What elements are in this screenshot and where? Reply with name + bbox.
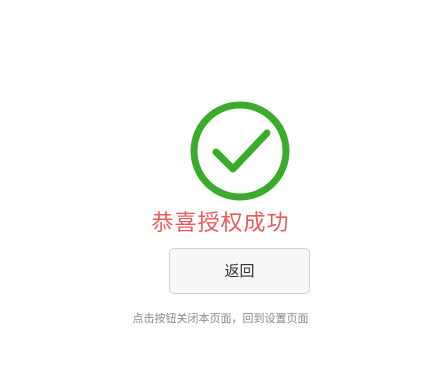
success-title: 恭喜授权成功: [151, 211, 290, 236]
check-circle-icon: [188, 99, 292, 203]
back-button[interactable]: 返回: [169, 248, 310, 294]
hint-text: 点击按钮关闭本页面，回到设置页面: [132, 312, 309, 325]
